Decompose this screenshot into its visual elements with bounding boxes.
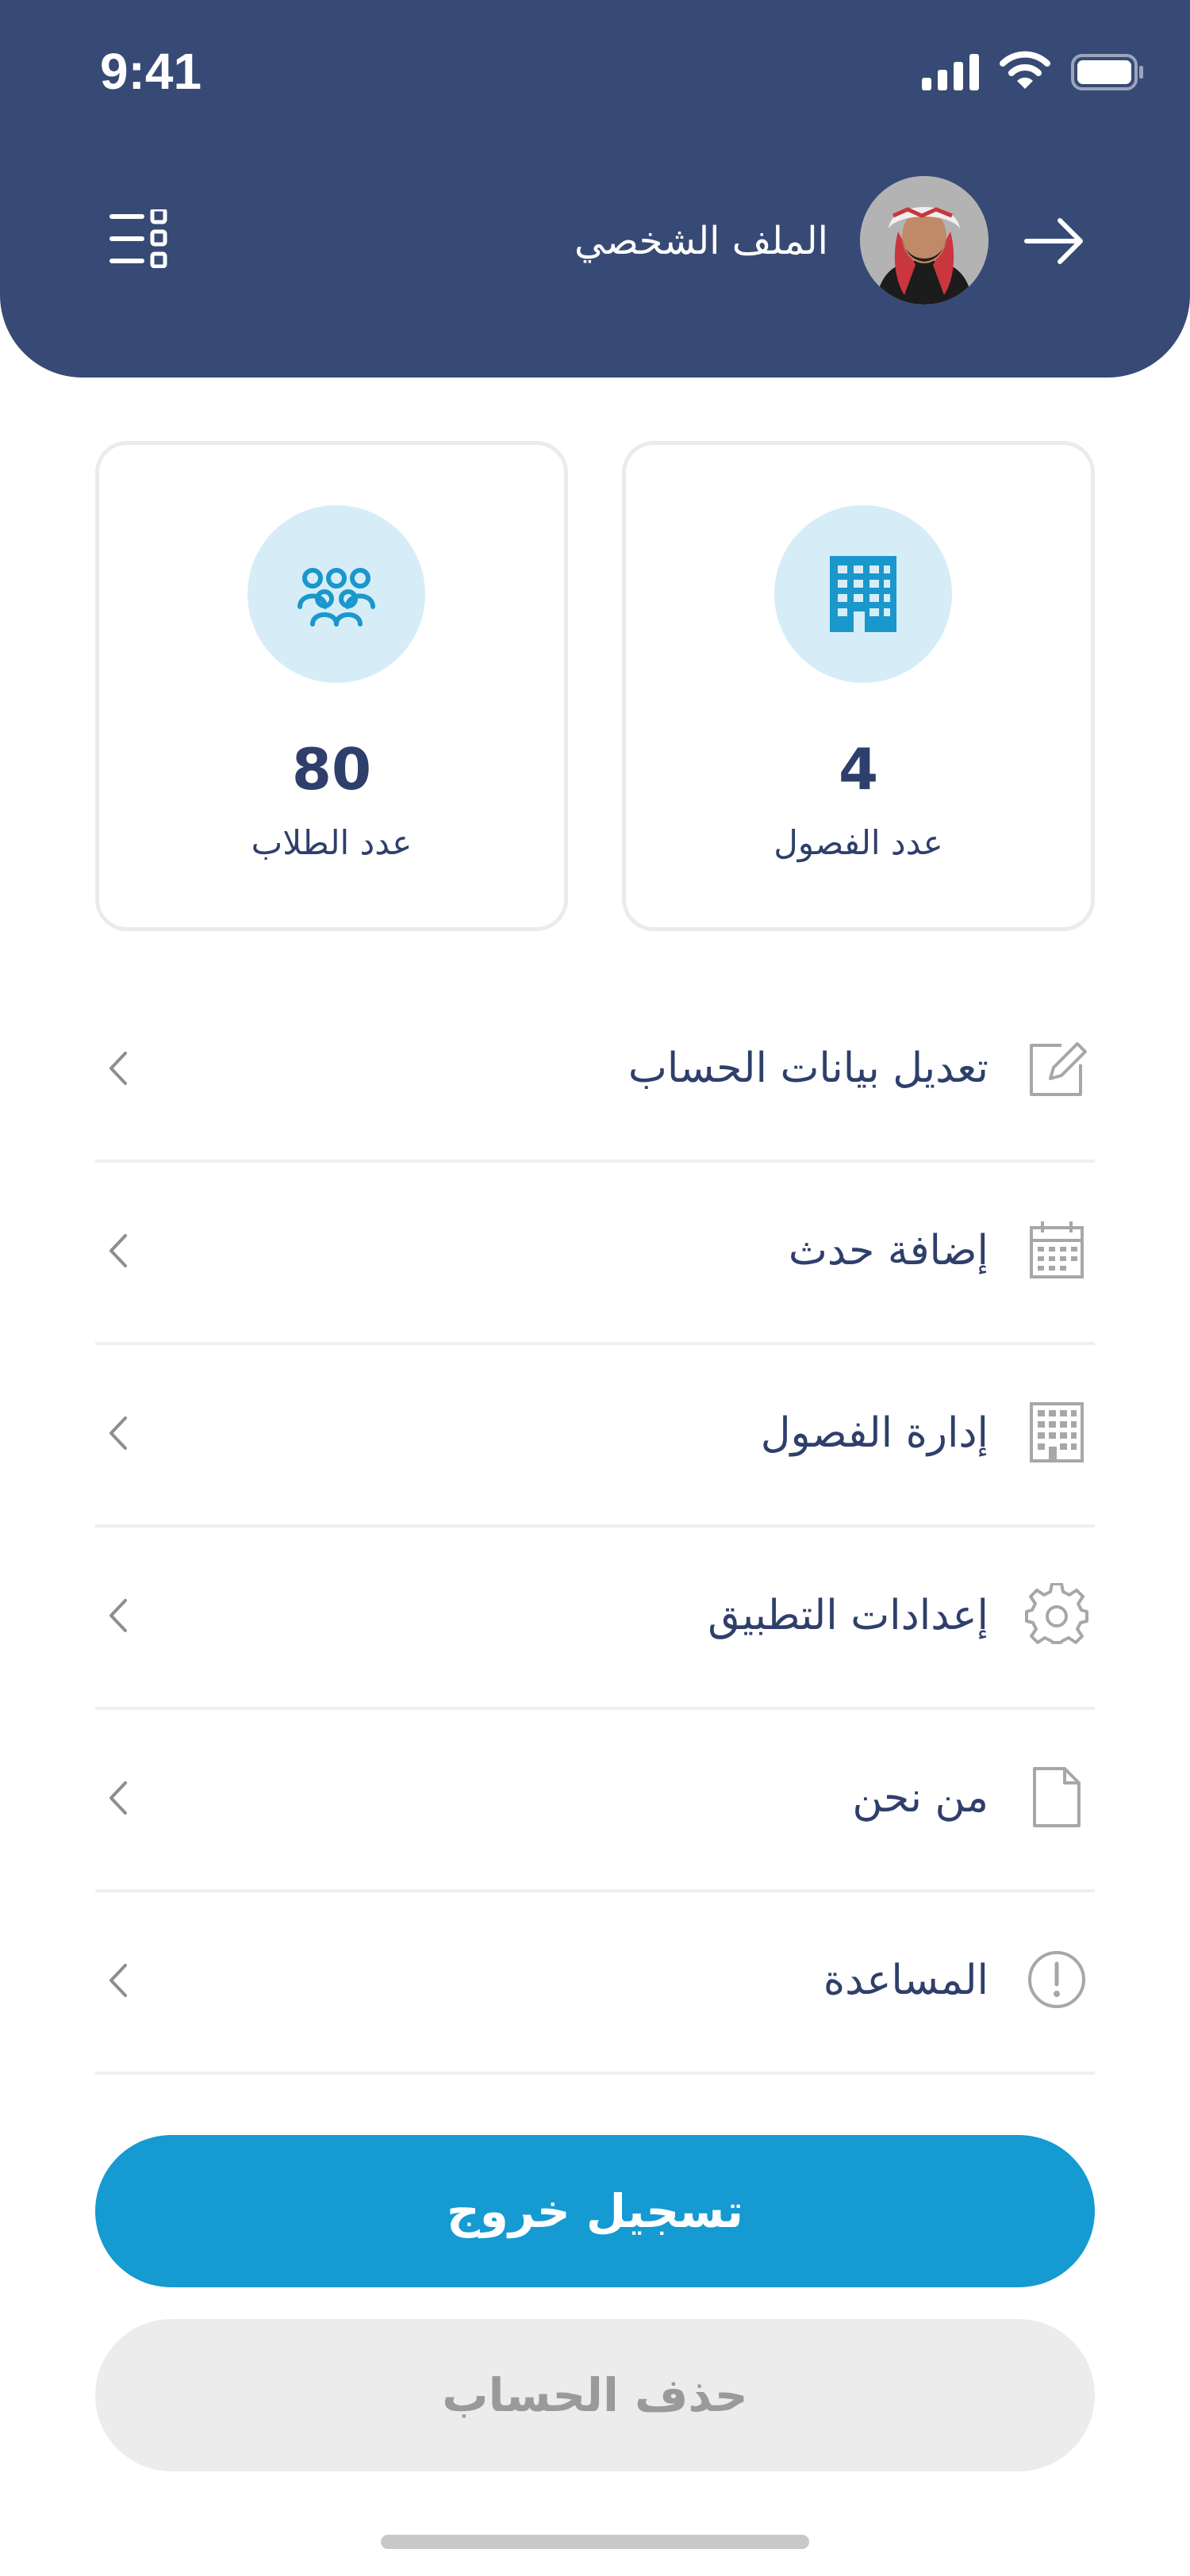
classes-count-card[interactable]: 4 عدد الفصول (622, 441, 1095, 931)
logout-button[interactable]: تسجيل خروج (95, 2135, 1095, 2287)
students-count-value: 80 (291, 736, 372, 803)
calendar-icon (1030, 1221, 1084, 1278)
chevron-left-icon (109, 1416, 127, 1450)
wifi-icon (1000, 51, 1050, 89)
arrow-right-icon (1024, 218, 1083, 264)
menu-item-add-event[interactable]: إضافة حدث (95, 1163, 1095, 1345)
classes-count-label: عدد الفصول (774, 823, 943, 862)
gear-icon (1025, 1583, 1088, 1644)
stat-icon-background (774, 505, 952, 683)
menu-item-edit-account[interactable]: تعديل بيانات الحساب (95, 980, 1095, 1163)
menu-item-app-settings[interactable]: إعدادات التطبيق (95, 1528, 1095, 1710)
signal-icon (922, 54, 979, 90)
menu-item-label: إدارة الفصول (760, 1409, 988, 1457)
status-icons (922, 49, 1144, 97)
battery-icon (1071, 54, 1143, 90)
menu-item-about-us[interactable]: من نحن (95, 1710, 1095, 1892)
home-indicator (381, 2535, 809, 2549)
list-menu-icon (109, 207, 167, 269)
header-bar: 9:41 الملف الشخصي (0, 0, 1190, 378)
chevron-left-icon (109, 1052, 127, 1085)
menu-item-label: إعدادات التطبيق (708, 1592, 988, 1639)
building-icon (1030, 1402, 1084, 1462)
chevron-left-icon (109, 1234, 127, 1267)
profile-menu-list: تعديل بيانات الحساب إضافة حدث إدارة الفص… (95, 980, 1095, 2075)
page-title: الملف الشخصي (574, 219, 828, 263)
menu-item-manage-classes[interactable]: إدارة الفصول (95, 1345, 1095, 1528)
document-icon (1033, 1767, 1081, 1827)
chevron-left-icon (109, 1964, 127, 1997)
menu-item-help[interactable]: المساعدة (95, 1892, 1095, 2075)
user-photo-icon (860, 176, 988, 305)
avatar[interactable] (860, 176, 988, 305)
menu-item-label: إضافة حدث (788, 1227, 988, 1275)
menu-item-label: من نحن (852, 1774, 988, 1822)
back-button[interactable] (1022, 208, 1088, 274)
stat-icon-background (248, 505, 425, 683)
students-count-label: عدد الطلاب (251, 823, 413, 862)
menu-button[interactable] (109, 207, 168, 269)
classes-count-value: 4 (838, 736, 879, 803)
building-icon (830, 556, 896, 632)
edit-icon (1030, 1042, 1087, 1096)
students-group-icon (298, 568, 375, 627)
status-time: 9:41 (100, 43, 202, 100)
info-icon (1028, 1951, 1085, 2008)
menu-item-label: تعديل بيانات الحساب (628, 1045, 988, 1092)
students-count-card[interactable]: 80 عدد الطلاب (95, 441, 568, 931)
chevron-left-icon (109, 1781, 127, 1815)
menu-item-label: المساعدة (823, 1957, 988, 2004)
chevron-left-icon (109, 1599, 127, 1632)
delete-account-button[interactable]: حذف الحساب (95, 2319, 1095, 2471)
